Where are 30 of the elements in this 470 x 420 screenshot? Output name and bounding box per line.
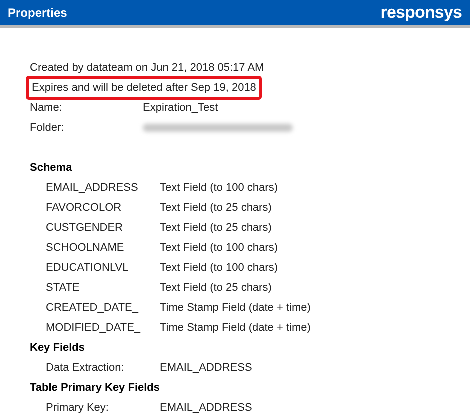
field-value: Text Field (to 100 chars) (160, 240, 278, 256)
window-title: Properties (8, 4, 68, 22)
section-heading: Table Primary Key Fields (30, 380, 160, 396)
field-value: Text Field (to 100 chars) (160, 260, 278, 276)
field-name: EMAIL_ADDRESS (46, 180, 140, 196)
field-value: Time Stamp Field (date + time) (160, 300, 311, 316)
field-value: Text Field (to 25 chars) (160, 220, 272, 236)
section-heading: Schema (30, 160, 72, 176)
detail-label: Folder: (30, 120, 66, 136)
field-name: SCHOOLNAME (46, 240, 126, 256)
field-value: Time Stamp Field (date + time) (160, 320, 311, 336)
field-name: STATE (46, 280, 81, 296)
field-name: CREATED_DATE_ (46, 300, 140, 316)
detail-value: Expiration_Test (143, 100, 218, 116)
field-value: Text Field (to 25 chars) (160, 200, 272, 216)
field-value: Text Field (to 100 chars) (160, 180, 278, 196)
field-name: FAVORCOLOR (46, 200, 123, 216)
field-value: Text Field (to 25 chars) (160, 280, 272, 296)
field-name: CUSTGENDER (46, 220, 124, 236)
logo: responsys (380, 4, 462, 21)
expiry-notice: Expires and will be deleted after Sep 19, 2018 (26, 76, 262, 100)
field-name: MODIFIED_DATE_ (46, 320, 142, 336)
field-name: EDUCATIONLVL (46, 260, 130, 276)
section-heading: Key Fields (30, 340, 86, 356)
field-value: EMAIL_ADDRESS (160, 400, 252, 416)
detail-label: Name: (30, 100, 64, 116)
field-name: Primary Key: (46, 400, 110, 416)
created-info: Created by datateam on Jun 21, 2018 05:17 AM (30, 60, 264, 76)
field-value: EMAIL_ADDRESS (160, 360, 252, 376)
field-name: Data Extraction: (46, 360, 126, 376)
